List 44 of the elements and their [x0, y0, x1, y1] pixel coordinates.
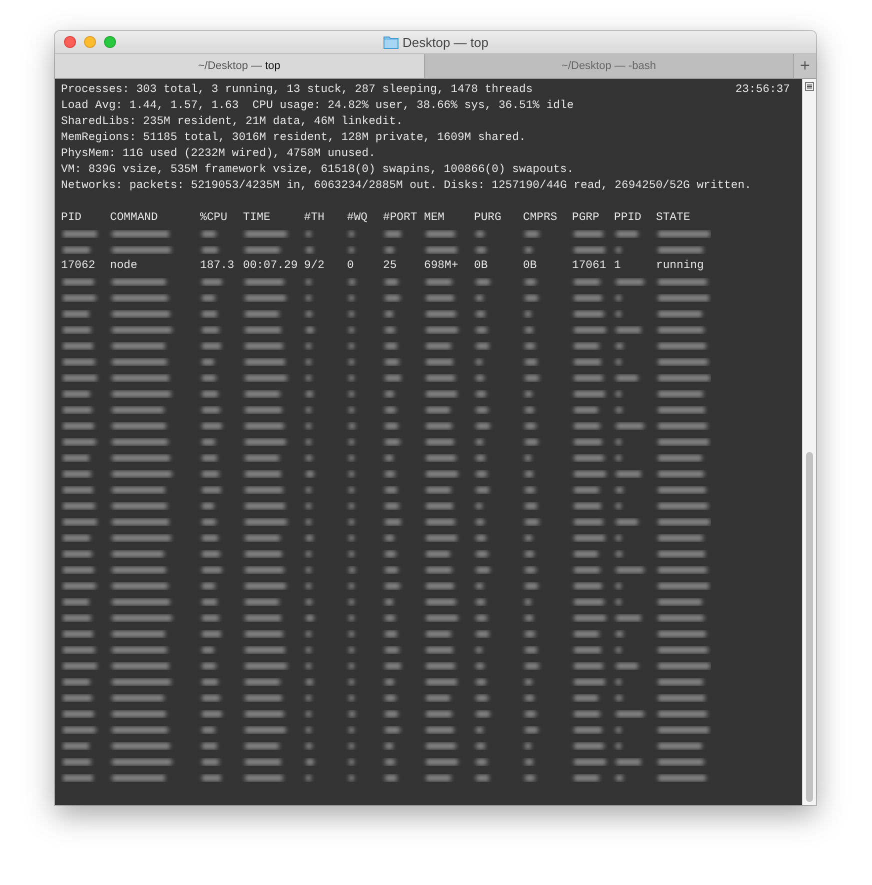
- column-header: PURG: [474, 211, 502, 226]
- summary-line: Processes: 303 total, 3 running, 13 stuck, 287 sleeping, 1478 threads: [61, 82, 533, 98]
- table-cell-text: 17062: [61, 259, 96, 274]
- table-cell-text: 1: [614, 259, 622, 274]
- scroll-bar[interactable]: [802, 79, 816, 805]
- minimize-button[interactable]: [84, 36, 96, 48]
- column-header: PGRP: [572, 211, 600, 226]
- folder-icon: [382, 36, 398, 48]
- table-cell-text: 17061: [572, 259, 608, 274]
- summary-line: Load Avg: 1.44, 1.57, 1.63 CPU usage: 24.82% user, 38.66% sys, 36.51% idle: [61, 98, 575, 114]
- table-cell-text: 00:07.29: [243, 259, 299, 274]
- table-cell-text: 25: [383, 259, 398, 274]
- list-icon: [805, 82, 814, 91]
- new-tab-button[interactable]: +: [794, 54, 816, 78]
- column-header: CMPRS: [523, 211, 558, 226]
- table-cell-text: 0B: [474, 259, 489, 274]
- window-title: Desktop — top: [402, 34, 488, 50]
- column-header: MEM: [424, 211, 446, 226]
- column-header: #TH: [304, 211, 326, 226]
- table-cell-text: 9/2: [304, 258, 326, 274]
- summary-line: Networks: packets: 5219053/4235M in, 6063234/2885M out. Disks: 1257190/44G read, 2694250/52G written.: [61, 178, 752, 194]
- clock-text: 23:56:37: [735, 83, 790, 98]
- table-cell-text: 187.3: [200, 259, 236, 274]
- column-header: PID: [61, 211, 83, 226]
- column-header: #PORT: [383, 211, 418, 226]
- table-cell-text: running: [656, 258, 705, 274]
- column-header: %CPU: [200, 211, 228, 226]
- table-cell-text: 0B: [523, 259, 538, 274]
- tab[interactable]: ~/Desktop — top: [55, 54, 424, 78]
- column-header: COMMAND: [110, 211, 159, 226]
- column-header: TIME: [243, 211, 272, 226]
- close-button[interactable]: [64, 36, 76, 48]
- zoom-button[interactable]: [104, 36, 116, 48]
- summary-line: SharedLibs: 235M resident, 21M data, 46M linkedit.: [61, 114, 404, 130]
- column-header: #WQ: [347, 211, 369, 226]
- column-header: STATE: [656, 211, 692, 226]
- table-cell-text: 698M+: [424, 259, 460, 274]
- table-cell-text: node: [110, 258, 138, 274]
- table-cell-text: 0: [347, 259, 355, 274]
- summary-line: PhysMem: 11G used (2232M wired), 4758M unused.: [61, 146, 376, 162]
- summary-line: VM: 839G vsize, 535M framework vsize, 61518(0) swapins, 100866(0) swapouts.: [61, 162, 575, 178]
- column-header: PPID: [614, 211, 642, 226]
- summary-line: MemRegions: 51185 total, 3016M resident, 128M private, 1609M shared.: [61, 130, 527, 146]
- scroll-thumb[interactable]: [806, 452, 813, 802]
